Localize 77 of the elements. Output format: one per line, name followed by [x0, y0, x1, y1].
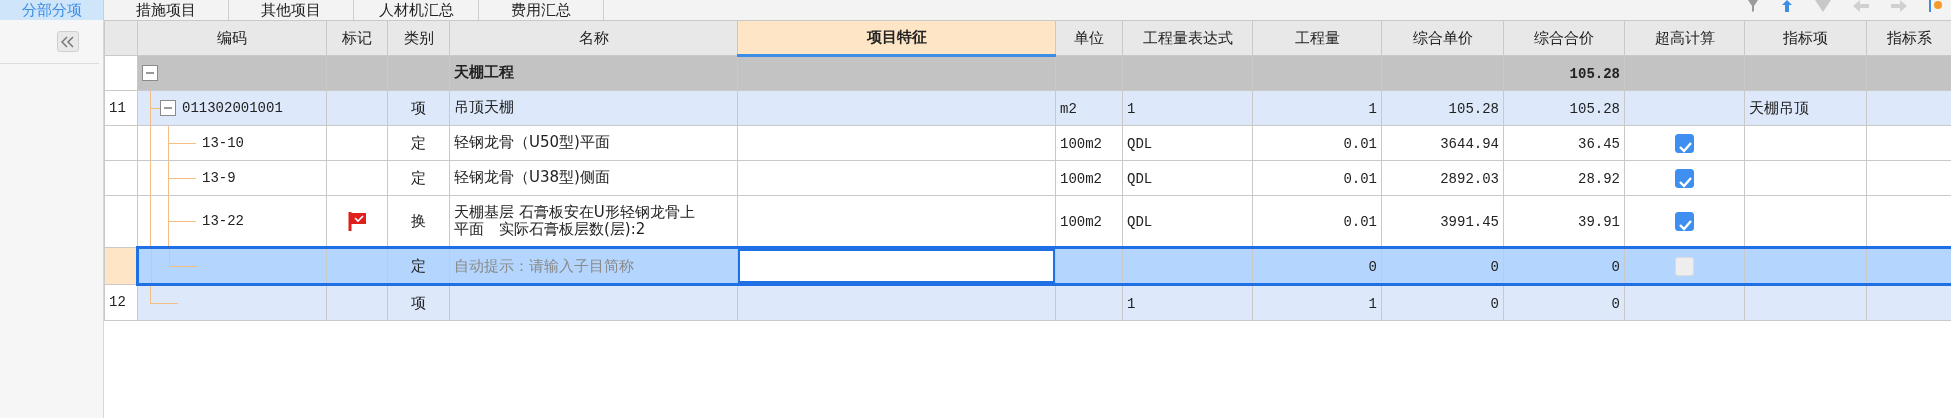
table-cell-text: 吊顶天棚 [454, 99, 515, 117]
column-header[interactable]: 类别 [387, 20, 450, 56]
table-cell: QDL [1127, 170, 1153, 187]
column-header[interactable]: 综合单价 [1381, 20, 1504, 56]
table-row[interactable]: 12 项 1 1 0 0 [104, 284, 1951, 321]
table-cell: 28.92 [1578, 170, 1620, 187]
table-cell: 105.28 [1569, 100, 1620, 117]
table-cell: 项 [411, 293, 426, 312]
table-cell: 项 [411, 98, 426, 117]
double-chevron-icon [61, 35, 75, 48]
table-row[interactable]: 13-22 换 天棚基层 石膏板安在U形轻钢龙骨上平面 实际石膏板层数(层):2 100m2 QDL 0.01 3991.45 39.91 [104, 195, 1951, 248]
table-cell: 100m2 [1060, 135, 1102, 152]
column-header[interactable]: 指标系 [1866, 20, 1951, 56]
table-row[interactable]: 11 011302001001 项 吊顶天棚 m2 1 1 105.28 105.28 天棚吊顶 [104, 90, 1951, 126]
column-header[interactable]: 工程量 [1252, 20, 1382, 56]
table-cell: 105.28 [1448, 100, 1499, 117]
table-row[interactable]: 13-10 定 轻钢龙骨（U50型)平面 100m2 QDL 0.01 3644.94 36.45 [104, 125, 1951, 161]
table-cell: 105.28 [1569, 65, 1620, 82]
table-cell: 2892.03 [1440, 170, 1499, 187]
column-header[interactable]: 综合合价 [1503, 20, 1625, 56]
filter-icon[interactable] [1747, 0, 1759, 12]
table-cell: 1 [1368, 100, 1377, 117]
table-cell: 0.01 [1343, 213, 1377, 230]
table-row[interactable]: 定 自动提示：请输入子目简称 0 0 0 [104, 247, 1951, 285]
table-cell-text: 天棚基层 石膏板安在U形轻钢龙骨上平面 实际石膏板层数(层):2 [454, 203, 696, 239]
table-cell: 0.01 [1343, 135, 1377, 152]
item-code: 13-22 [202, 211, 244, 231]
table-cell-text: 轻钢龙骨（U50型)平面 [454, 134, 611, 152]
table-cell-text: 天棚工程 [454, 64, 515, 82]
column-header[interactable]: 超高计算 [1624, 20, 1745, 56]
column-header[interactable]: 工程量表达式 [1122, 20, 1253, 56]
table-cell: 100m2 [1060, 170, 1102, 187]
table-cell: 定 [411, 168, 426, 187]
table-cell: 1 [1368, 295, 1377, 312]
table-cell: 天棚吊顶 [1749, 98, 1809, 117]
item-code: 13-9 [202, 168, 236, 188]
checkbox[interactable] [1675, 211, 1694, 231]
table-cell: 换 [411, 211, 426, 230]
checkbox[interactable] [1675, 168, 1694, 188]
table-row[interactable]: 13-9 定 轻钢龙骨（U38型)侧面 100m2 QDL 0.01 2892.03 28.92 [104, 160, 1951, 196]
table-cell: QDL [1127, 135, 1153, 152]
item-code: 011302001001 [182, 98, 283, 118]
table-cell: 1 [1127, 100, 1136, 117]
tree-toggle-icon[interactable] [142, 65, 158, 81]
tree-toggle-icon[interactable] [160, 100, 176, 116]
table-cell: m2 [1060, 100, 1077, 117]
table-cell: 定 [411, 133, 426, 152]
cell-editor[interactable] [738, 250, 1055, 282]
up-arrow-icon[interactable] [1781, 0, 1793, 12]
column-header[interactable]: 指标项 [1744, 20, 1867, 56]
column-header[interactable]: 标记 [326, 20, 388, 56]
checkbox[interactable] [1675, 133, 1694, 153]
table-cell: 定 [411, 256, 426, 275]
item-code: 13-10 [202, 133, 244, 153]
column-header[interactable]: 编码 [137, 20, 327, 56]
table-cell: 39.91 [1578, 213, 1620, 230]
column-header[interactable]: 单位 [1055, 20, 1123, 56]
table-row[interactable]: 天棚工程 105.28 [104, 55, 1951, 91]
table-cell: 0 [1611, 295, 1620, 312]
table-cell: 0 [1490, 295, 1499, 312]
collapse-sidebar-button[interactable] [57, 31, 79, 52]
tool-icon[interactable] [1929, 0, 1943, 12]
row-number: 12 [109, 294, 126, 310]
table-cell-text: 轻钢龙骨（U38型)侧面 [454, 169, 611, 187]
table-cell: 36.45 [1578, 135, 1620, 152]
table-cell: 0 [1490, 258, 1499, 275]
table-cell: 100m2 [1060, 213, 1102, 230]
column-header[interactable]: 项目特征 [737, 20, 1056, 56]
table-cell: 1 [1127, 295, 1136, 312]
column-header[interactable]: 名称 [449, 20, 738, 56]
table-cell: 0 [1611, 258, 1620, 275]
table-cell: 0 [1368, 258, 1377, 275]
table-cell: 0.01 [1343, 170, 1377, 187]
table-cell: 3644.94 [1440, 135, 1499, 152]
table-cell: 3991.45 [1440, 213, 1499, 230]
row-number: 11 [109, 99, 126, 116]
table-cell: QDL [1127, 213, 1153, 230]
